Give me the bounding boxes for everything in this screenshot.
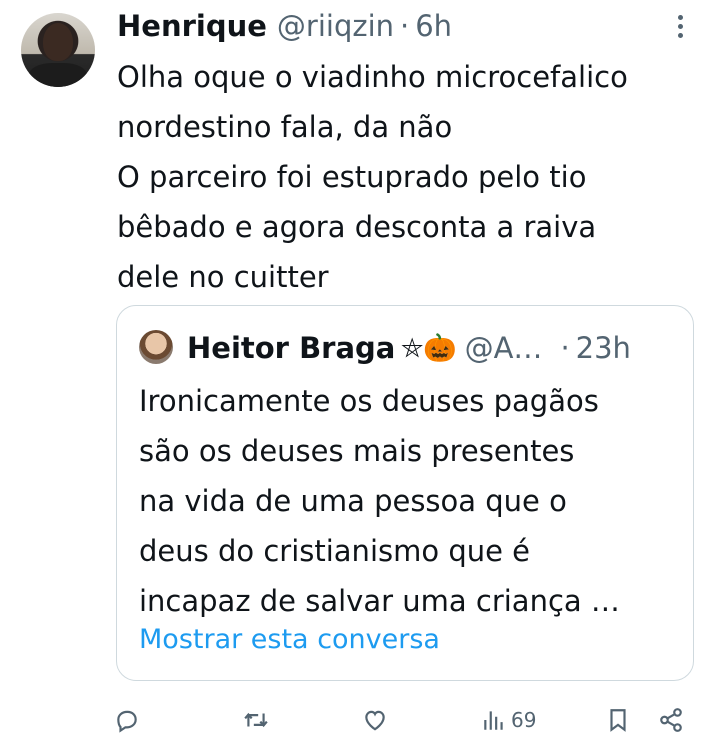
avatar-face bbox=[43, 23, 73, 61]
quoted-tweet[interactable]: Heitor Braga ⛤🎃 @A… · 23h Ironicamente o… bbox=[116, 305, 694, 681]
more-options-icon[interactable] bbox=[666, 10, 694, 42]
author-handle[interactable]: @riiqzin bbox=[277, 9, 394, 43]
retweet-button[interactable] bbox=[243, 704, 269, 736]
reply-icon bbox=[117, 710, 137, 733]
show-thread-link[interactable]: Mostrar esta conversa bbox=[139, 624, 440, 655]
reply-button[interactable] bbox=[114, 704, 140, 736]
quoted-author-avatar bbox=[139, 330, 173, 364]
quoted-tweet-header: Heitor Braga ⛤🎃 @A… · 23h bbox=[187, 326, 631, 370]
quoted-header-separator: · bbox=[560, 331, 570, 365]
bookmark-button[interactable] bbox=[605, 704, 631, 736]
like-button[interactable] bbox=[362, 704, 388, 736]
bookmark-icon bbox=[610, 709, 626, 732]
views-button[interactable]: 69 bbox=[481, 704, 536, 736]
share-icon bbox=[660, 708, 682, 732]
tweet-timestamp[interactable]: 6h bbox=[415, 9, 452, 43]
heart-icon bbox=[365, 710, 385, 731]
avatar-shirt bbox=[29, 63, 87, 87]
tweet-text: Olha oque o viadinho microcefalico norde… bbox=[117, 60, 628, 294]
share-button[interactable] bbox=[658, 704, 684, 736]
quoted-author-emoji: ⛤🎃 bbox=[401, 332, 457, 364]
quoted-author-name: Heitor Braga bbox=[187, 331, 396, 365]
retweet-icon bbox=[244, 712, 268, 728]
views-count: 69 bbox=[511, 708, 537, 732]
header-separator: · bbox=[400, 9, 410, 43]
author-name[interactable]: Henrique bbox=[117, 9, 267, 43]
tweet-header: Henrique @riiqzin · 6h bbox=[117, 5, 452, 47]
quoted-author-handle: @A… bbox=[464, 331, 543, 365]
quoted-tweet-text: Ironicamente os deuses pagãos são os deu… bbox=[139, 384, 620, 618]
action-bar: 69 bbox=[0, 700, 718, 740]
author-avatar[interactable] bbox=[21, 13, 95, 87]
quoted-tweet-timestamp: 23h bbox=[575, 331, 631, 365]
views-icon bbox=[484, 711, 503, 730]
